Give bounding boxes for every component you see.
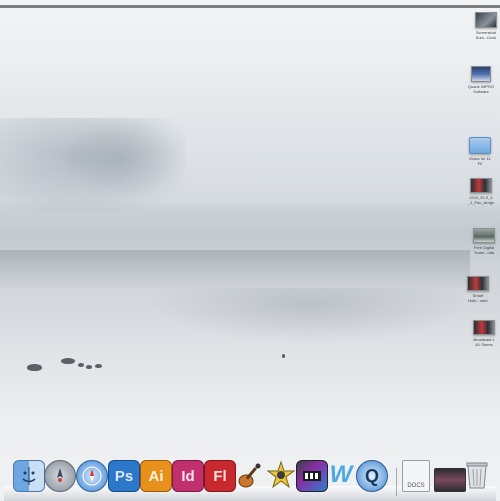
desktop-icon-6[interactable]: Broadcast 1 A1 Stores [461, 320, 500, 347]
desktop-icon-label: Music for 11 Fil [469, 156, 491, 166]
indesign-label: Id [181, 467, 195, 485]
garageband-guitar-icon[interactable] [236, 460, 266, 490]
dock-separator [396, 468, 397, 496]
desktop-icon-label: Screenshot Sum...Dock [475, 30, 497, 40]
desktop-icon-label: Free Digital Trane...nda [473, 245, 495, 255]
imovie-star-icon[interactable] [266, 460, 296, 490]
duck [282, 354, 285, 358]
quicktime-label: Q [364, 465, 379, 486]
folder-icon [469, 137, 491, 154]
duck [27, 364, 42, 371]
dock: Ps Ai Id Fl W Q DOCS [4, 458, 496, 501]
dreamweaver-label: W [329, 461, 353, 488]
documents-label: DOCS [407, 483, 425, 489]
indesign-icon[interactable]: Id [172, 460, 204, 492]
trash-icon[interactable] [464, 460, 490, 490]
finder-icon[interactable] [13, 460, 45, 492]
flash-icon[interactable]: Fl [204, 460, 236, 492]
documents-stack-icon[interactable]: DOCS [402, 460, 430, 492]
illustrator-icon[interactable]: Ai [140, 460, 172, 492]
duck [61, 358, 75, 364]
duck [95, 364, 102, 368]
desktop-icon-label: Smart Hoth...nder [468, 293, 488, 303]
desktop-icon-4[interactable]: Free Digital Trane...nda [461, 228, 500, 255]
flash-label: Fl [213, 467, 227, 485]
file-thumbnail-icon [471, 66, 491, 82]
final-cut-icon[interactable] [296, 460, 328, 492]
desktop-icon-label: 2010_ELS_4 _1_Pac_Ardgn [467, 195, 495, 205]
wallpaper-reflection [150, 288, 470, 343]
desktop-icon-2[interactable]: Music for 11 Fil [457, 137, 500, 166]
desktop-icon-0[interactable]: Screenshot Sum...Dock [463, 12, 500, 40]
file-thumbnail-icon [470, 178, 492, 193]
photoshop-label: Ps [114, 467, 134, 485]
desktop-icon-3[interactable]: 2010_ELS_4 _1_Pac_Ardgn [458, 178, 500, 205]
desktop-icon-label: Broadcast 1 A1 Stores [473, 337, 495, 347]
menu-bar-edge [0, 5, 500, 8]
launchpad-icon[interactable] [44, 460, 76, 492]
duck [78, 363, 84, 367]
desktop-icon-1[interactable]: Quartz IMPRO Software [458, 66, 500, 94]
wallpaper-shoreline [0, 250, 470, 290]
dreamweaver-icon[interactable]: W [326, 460, 356, 490]
file-thumbnail-icon [473, 320, 495, 335]
wallpaper-trees-core [60, 118, 180, 198]
file-thumbnail-icon [473, 228, 495, 243]
desktop-icon-label: Quartz IMPRO Software [467, 84, 495, 94]
desktop-icon-5[interactable]: Smart Hoth...nder [455, 276, 500, 303]
photos-stack-icon[interactable] [434, 468, 466, 492]
file-thumbnail-icon [475, 12, 497, 28]
duck [86, 365, 92, 369]
file-thumbnail-icon [467, 276, 489, 291]
safari-icon[interactable] [76, 460, 108, 492]
illustrator-label: Ai [148, 467, 164, 485]
quicktime-icon[interactable]: Q [356, 460, 388, 492]
photoshop-icon[interactable]: Ps [108, 460, 140, 492]
